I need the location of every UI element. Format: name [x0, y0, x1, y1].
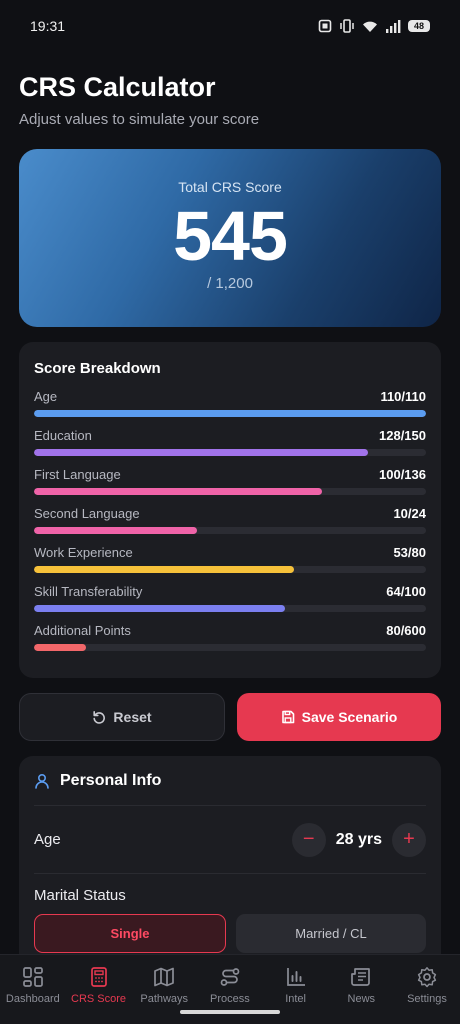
nav-item-dashboard[interactable]: Dashboard [0, 955, 66, 1024]
breakdown-row-head: Work Experience 53/80 [34, 545, 426, 560]
nav-label-intel: Intel [285, 993, 306, 1005]
age-row: Age − 28 yrs + [34, 806, 426, 874]
breakdown-value: 80/600 [386, 623, 426, 638]
breakdown-label: First Language [34, 467, 121, 482]
breakdown-progress-fill [34, 410, 426, 417]
score-breakdown-card: Score Breakdown Age 110/110 Education 128/1… [19, 342, 441, 678]
personal-info-header: Personal Info [34, 756, 426, 806]
user-icon [35, 773, 49, 789]
nav-label-pathways: Pathways [140, 993, 189, 1005]
nav-label-settings: Settings [407, 993, 447, 1005]
nav-label-process: Process [210, 993, 250, 1005]
breakdown-title: Score Breakdown [34, 360, 161, 377]
route-icon [220, 968, 240, 986]
signal-icon [386, 19, 401, 33]
dashboard-icon [22, 967, 43, 987]
score-label: Total CRS Score [178, 179, 282, 195]
breakdown-row: First Language 100/136 [34, 467, 426, 506]
breakdown-row-head: Second Language 10/24 [34, 506, 426, 521]
breakdown-progress-fill [34, 527, 198, 534]
breakdown-value: 64/100 [386, 584, 426, 599]
total-score-card: Total CRS Score 545 / 1,200 [19, 149, 441, 327]
home-indicator [180, 1010, 280, 1014]
page-title: CRS Calculator [19, 72, 216, 102]
score-value: 545 [173, 197, 288, 275]
breakdown-label: Age [34, 389, 58, 404]
breakdown-label: Additional Points [34, 623, 131, 638]
score-max: / 1,200 [207, 275, 253, 292]
save-icon [281, 710, 294, 724]
breakdown-progress-track [34, 605, 426, 612]
reset-label: Reset [113, 709, 152, 725]
breakdown-progress-fill [34, 449, 369, 456]
nav-label-crs-score: CRS Score [71, 993, 127, 1005]
map-icon [154, 967, 175, 987]
breakdown-progress-fill [34, 605, 285, 612]
nav-item-settings[interactable]: Settings [394, 955, 460, 1024]
breakdown-progress-track [34, 566, 426, 573]
page-subtitle: Adjust values to simulate your score [19, 111, 260, 128]
marital-option-married[interactable]: Married / CL [236, 914, 426, 953]
marital-option-single[interactable]: Single [34, 914, 226, 953]
marital-status-options: Single Married / CL [34, 914, 426, 953]
bar-chart-icon [286, 968, 305, 986]
save-label: Save Scenario [301, 709, 398, 725]
age-value: 28 yrs [335, 830, 382, 848]
breakdown-label: Education [34, 428, 92, 443]
breakdown-value: 128/150 [379, 428, 426, 443]
age-label: Age [34, 831, 61, 848]
breakdown-row: Age 110/110 [34, 389, 426, 428]
breakdown-row: Education 128/150 [34, 428, 426, 467]
breakdown-value: 110/110 [380, 389, 426, 404]
breakdown-progress-track [34, 527, 426, 534]
save-scenario-button[interactable]: Save Scenario [237, 693, 441, 741]
screenshot-icon [318, 19, 332, 33]
breakdown-row-head: Age 110/110 [34, 389, 426, 404]
status-time: 19:31 [30, 18, 66, 34]
reset-icon [93, 711, 106, 724]
age-stepper: − 28 yrs + [291, 822, 426, 857]
personal-info-title: Personal Info [60, 771, 162, 789]
nav-item-news[interactable]: News [328, 955, 394, 1024]
breakdown-row-head: Education 128/150 [34, 428, 426, 443]
breakdown-value: 100/136 [379, 467, 426, 482]
calculator-icon [90, 967, 107, 987]
breakdown-progress-track [34, 410, 426, 417]
age-decrement-button[interactable]: − [291, 822, 326, 857]
breakdown-value: 53/80 [393, 545, 426, 560]
breakdown-row: Work Experience 53/80 [34, 545, 426, 584]
age-increment-button[interactable]: + [392, 822, 426, 857]
breakdown-row: Second Language 10/24 [34, 506, 426, 545]
newspaper-icon [351, 968, 371, 986]
breakdown-progress-fill [34, 644, 87, 651]
breakdown-progress-track [34, 644, 426, 651]
breakdown-row-head: First Language 100/136 [34, 467, 426, 482]
breakdown-label: Skill Transferability [34, 584, 143, 599]
gear-icon [417, 967, 437, 988]
breakdown-row-head: Additional Points 80/600 [34, 623, 426, 638]
breakdown-progress-track [34, 488, 426, 495]
breakdown-list: Age 110/110 Education 128/150 First Language… [34, 389, 426, 662]
breakdown-progress-track [34, 449, 426, 456]
vibrate-icon [340, 19, 354, 33]
marital-status-label: Marital Status [34, 887, 126, 904]
status-bar: 19:31 48 [0, 0, 460, 52]
breakdown-row-head: Skill Transferability 64/100 [34, 584, 426, 599]
reset-button[interactable]: Reset [19, 693, 225, 741]
wifi-icon [363, 21, 377, 32]
breakdown-progress-fill [34, 488, 323, 495]
breakdown-progress-fill [34, 566, 294, 573]
breakdown-label: Work Experience [34, 545, 133, 560]
breakdown-row: Skill Transferability 64/100 [34, 584, 426, 623]
battery-indicator: 48 [408, 20, 430, 32]
nav-item-crs-score[interactable]: CRS Score [66, 955, 132, 1024]
status-icons: 48 [318, 19, 430, 33]
nav-label-dashboard: Dashboard [5, 993, 60, 1005]
breakdown-row: Additional Points 80/600 [34, 623, 426, 662]
breakdown-label: Second Language [34, 506, 140, 521]
nav-label-news: News [347, 993, 376, 1005]
breakdown-value: 10/24 [393, 506, 426, 521]
